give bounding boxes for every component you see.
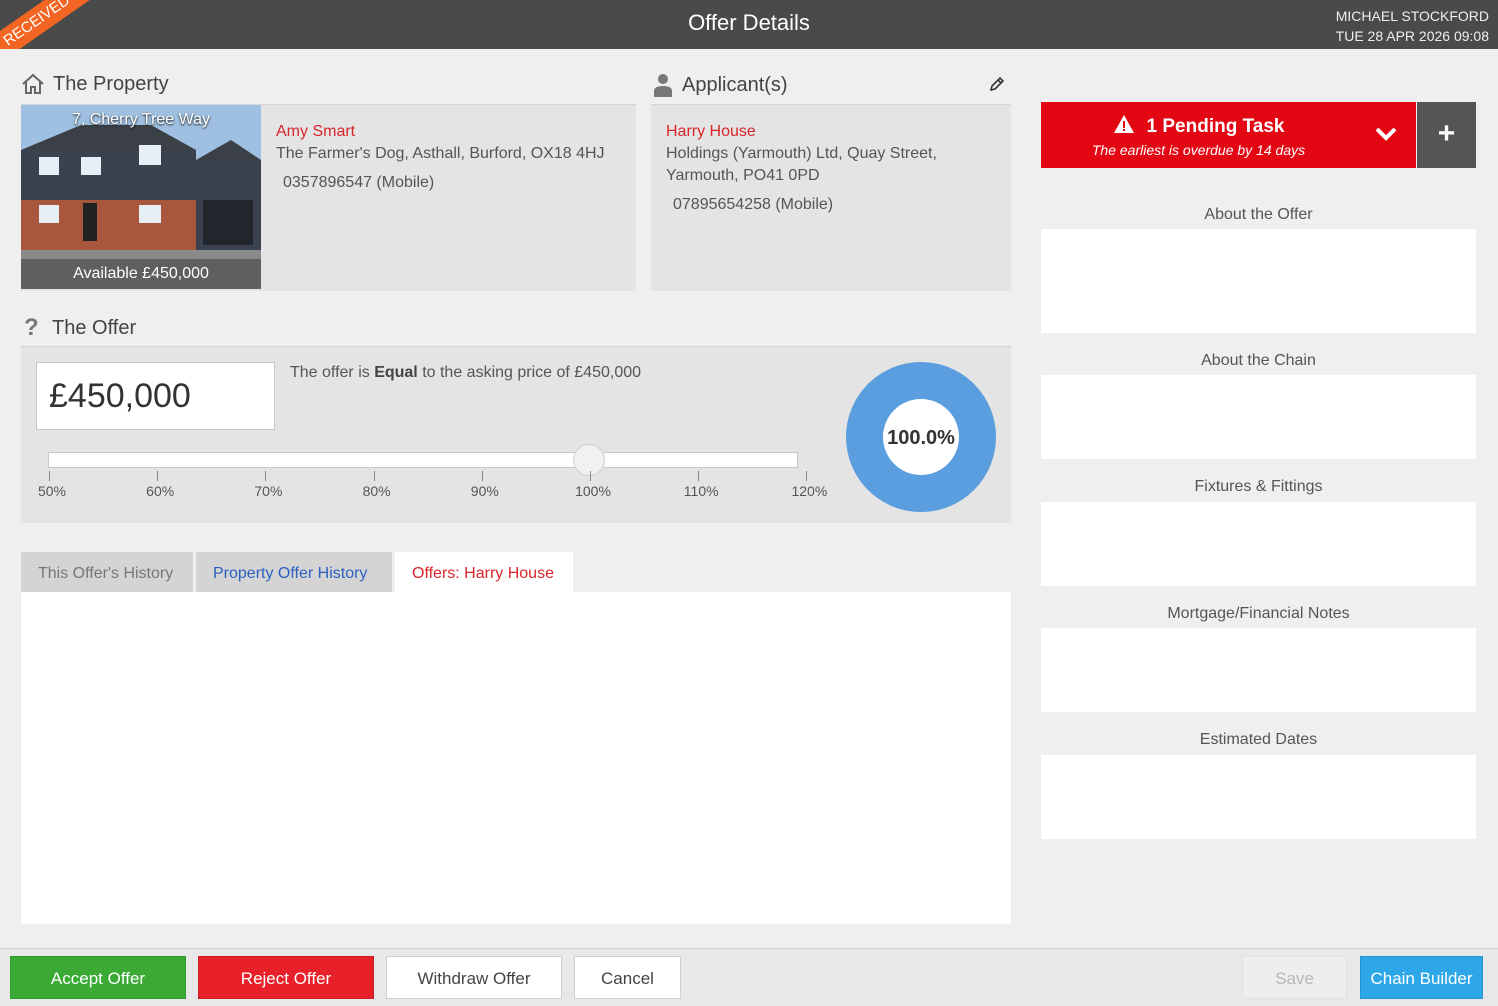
- comparison-word: Equal: [374, 364, 418, 381]
- slider-tick: [265, 471, 267, 481]
- slider-tick: [590, 471, 591, 481]
- tab-applicant-offers[interactable]: Offers: Harry House: [395, 552, 573, 592]
- tab-content-panel: [21, 592, 1011, 924]
- page-title: Offer Details: [688, 10, 810, 35]
- pending-task-title: 1 Pending Task: [1146, 116, 1285, 137]
- chain-builder-button[interactable]: Chain Builder: [1360, 956, 1483, 999]
- offer-heading-label: The Offer: [52, 316, 137, 339]
- applicant-address-line2: Yarmouth, PO41 0PD: [666, 167, 820, 184]
- slider-tick-label: 90%: [470, 483, 499, 499]
- fixtures-fittings-label: Fixtures & Fittings: [1194, 478, 1323, 495]
- about-chain-label: About the Chain: [1201, 352, 1316, 369]
- applicant-address-line1: Holdings (Yarmouth) Ltd, Quay Street,: [666, 145, 937, 162]
- donut-label: 100.0%: [887, 427, 955, 449]
- applicant-phone[interactable]: 07895654258 (Mobile): [673, 194, 833, 216]
- vendor-address: The Farmer's Dog, Asthall, Burford, OX18…: [276, 145, 605, 162]
- slider-tick: [49, 471, 50, 481]
- user-info: MICHAEL STOCKFORD TUE 28 APR 2026 09:08: [1336, 6, 1489, 46]
- slider-tick-label: 110%: [683, 483, 719, 499]
- slider-tick: [481, 471, 483, 481]
- applicants-heading-label: Applicant(s): [682, 73, 788, 96]
- about-chain-textarea[interactable]: [1041, 375, 1476, 459]
- comparison-suffix: to the asking price of £450,000: [417, 364, 642, 381]
- slider-tick: [157, 471, 159, 481]
- add-task-button[interactable]: +: [1417, 102, 1476, 168]
- slider-tick: [373, 471, 375, 481]
- property-heading-label: The Property: [53, 72, 169, 95]
- person-icon: [652, 72, 674, 98]
- comparison-prefix: The offer is: [290, 364, 375, 381]
- fixtures-fittings-textarea[interactable]: [1041, 502, 1476, 586]
- chevron-down-icon[interactable]: [1374, 124, 1398, 149]
- slider-tick-label: 120%: [791, 483, 828, 499]
- about-offer-label: About the Offer: [1204, 206, 1313, 223]
- property-address: 7, Cherry Tree Way: [71, 111, 211, 128]
- slider-tick: [806, 471, 808, 481]
- slider-tick-label: 100%: [575, 483, 611, 499]
- slider-tick-label: 50%: [37, 483, 67, 499]
- vendor-name-link[interactable]: Amy Smart: [276, 123, 355, 141]
- about-offer-textarea[interactable]: [1041, 229, 1476, 333]
- estimated-dates-textarea[interactable]: [1041, 755, 1476, 839]
- question-mark-icon: ?: [24, 314, 39, 341]
- tab-this-offer-history[interactable]: This Offer's History: [21, 552, 193, 592]
- pending-task-subtitle: The earliest is overdue by 14 days: [1091, 142, 1306, 158]
- slider-tick: [698, 471, 700, 481]
- applicants-heading: Applicant(s): [652, 72, 788, 98]
- offer-percentage-slider[interactable]: [48, 452, 798, 468]
- property-photo[interactable]: 7, Cherry Tree Way Available £450,000: [21, 105, 261, 289]
- mortgage-notes-textarea[interactable]: [1041, 628, 1476, 712]
- applicant-name-link[interactable]: Harry House: [666, 123, 756, 141]
- user-name: MICHAEL STOCKFORD: [1335, 8, 1489, 24]
- current-datetime: TUE 28 APR 2026 09:08: [1335, 28, 1489, 44]
- property-heading: The Property: [21, 72, 169, 96]
- edit-pencil-icon[interactable]: [988, 75, 1006, 98]
- offer-heading: ? The Offer: [24, 314, 136, 342]
- withdraw-offer-button[interactable]: Withdraw Offer: [386, 956, 562, 999]
- estimated-dates-label: Estimated Dates: [1199, 731, 1318, 748]
- pending-task-title-row: 1 Pending Task: [1041, 114, 1356, 140]
- cancel-button[interactable]: Cancel: [574, 956, 681, 999]
- offer-comparison-text: The offer is Equal to the asking price o…: [290, 364, 641, 382]
- mortgage-notes-label: Mortgage/Financial Notes: [1167, 605, 1350, 622]
- accept-offer-button[interactable]: Accept Offer: [10, 956, 186, 999]
- vendor-phone[interactable]: 0357896547 (Mobile): [283, 172, 434, 194]
- property-availability: Available £450,000: [21, 259, 261, 289]
- slider-handle[interactable]: [573, 444, 605, 476]
- reject-offer-button[interactable]: Reject Offer: [198, 956, 374, 999]
- pending-task-banner[interactable]: 1 Pending Task The earliest is overdue b…: [1041, 102, 1416, 168]
- save-button[interactable]: Save: [1242, 956, 1347, 999]
- slider-tick-label: 70%: [254, 483, 283, 499]
- plus-icon: +: [1437, 117, 1456, 150]
- top-bar: RECEIVED Offer Details MICHAEL STOCKFORD…: [0, 0, 1498, 49]
- slider-tick-label: 60%: [146, 483, 175, 499]
- warning-icon: [1113, 114, 1135, 140]
- offer-percentage-donut: 100.0%: [846, 362, 996, 512]
- slider-tick-label: 80%: [362, 483, 391, 499]
- home-icon: [21, 72, 45, 96]
- tab-property-offer-history[interactable]: Property Offer History: [196, 552, 392, 592]
- offer-amount-input[interactable]: £450,000: [36, 362, 275, 430]
